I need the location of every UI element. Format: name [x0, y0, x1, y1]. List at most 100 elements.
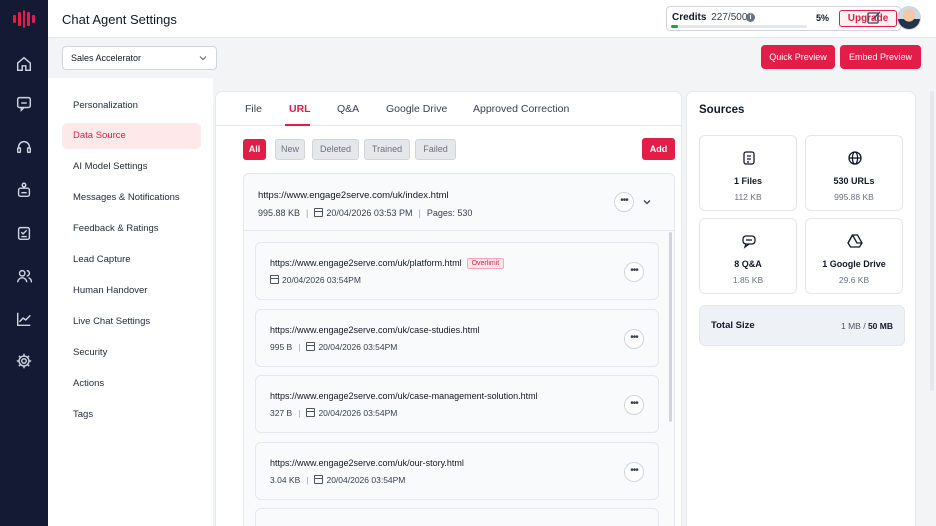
source-card-size: 29.6 KB	[838, 275, 870, 285]
info-icon[interactable]: i	[746, 13, 755, 22]
edit-icon[interactable]	[866, 10, 882, 26]
app-logo[interactable]	[13, 9, 35, 29]
agent-select[interactable]: Sales Accelerator	[62, 46, 217, 70]
filter-deleted[interactable]: Deleted	[312, 139, 359, 160]
source-card-google-drive: 1 Google Drive 29.6 KB	[805, 218, 903, 294]
sources-title: Sources	[699, 104, 745, 116]
globe-icon	[848, 151, 862, 165]
agent-select-value: Sales Accelerator	[71, 53, 142, 63]
url-item[interactable]: https://www.engage2serve.com/uk/case-man…	[255, 375, 659, 433]
clipboard-icon[interactable]	[14, 223, 34, 243]
url-item-url: https://www.engage2serve.com/uk/our-stor…	[270, 458, 464, 468]
more-options-icon[interactable]: •••	[624, 262, 644, 282]
filter-trained[interactable]: Trained	[364, 139, 410, 160]
tab-file[interactable]: File	[245, 103, 262, 115]
url-group: https://www.engage2serve.com/uk/index.ht…	[243, 173, 675, 526]
total-size-label: Total Size	[711, 320, 755, 331]
calendar-icon	[314, 475, 324, 484]
source-card-label: 530 URLs	[833, 176, 875, 186]
url-item-date: 20/04/2026 03:54PM	[326, 475, 406, 485]
group-meta: 995.88 KB | 20/04/2026 03:53 PM | Pages: 530	[258, 208, 473, 218]
home-icon[interactable]	[14, 54, 34, 74]
chevron-down-icon	[199, 56, 207, 61]
url-list-scrollbar[interactable]	[669, 232, 672, 422]
source-card-label: 8 Q&A	[734, 259, 762, 269]
tab-google-drive[interactable]: Google Drive	[386, 103, 447, 115]
bot-icon[interactable]	[14, 180, 34, 200]
url-item-url: https://www.engage2serve.com/uk/case-stu…	[270, 325, 480, 335]
app-rail	[0, 0, 48, 526]
overlimit-badge: Overlimit	[466, 258, 505, 269]
avatar[interactable]	[897, 6, 921, 30]
url-item-date: 20/04/2026 03:54PM	[318, 342, 398, 352]
qa-icon	[742, 235, 756, 249]
url-item[interactable]: https://www.engage2serve.com/uk/our-stor…	[255, 442, 659, 500]
quick-preview-button[interactable]: Quick Preview	[761, 45, 835, 69]
page-scrollbar[interactable]	[930, 91, 934, 391]
menu-item-messages-notifications[interactable]: Messages & Notifications	[62, 185, 201, 211]
calendar-icon	[306, 408, 316, 417]
tab-qa[interactable]: Q&A	[337, 103, 359, 115]
group-size: 995.88 KB	[258, 208, 301, 218]
url-item[interactable]	[255, 508, 659, 526]
more-options-icon[interactable]: •••	[624, 462, 644, 482]
url-item-meta: 327 B | 20/04/2026 03:54PM	[270, 408, 398, 418]
chevron-down-icon[interactable]	[642, 197, 652, 207]
tab-approved-correction[interactable]: Approved Correction	[473, 103, 569, 115]
chat-icon[interactable]	[14, 93, 34, 113]
menu-item-data-source[interactable]: Data Source	[62, 123, 201, 149]
total-used: 1 MB	[841, 321, 861, 331]
tab-url[interactable]: URL	[289, 103, 311, 115]
url-item-size: 3.04 KB	[270, 475, 301, 485]
source-card-size: 1.85 KB	[732, 275, 764, 285]
more-options-icon[interactable]: •••	[624, 395, 644, 415]
url-item-meta: 20/04/2026 03:54PM	[270, 275, 361, 285]
group-date: 20/04/2026 03:53 PM	[326, 208, 413, 218]
source-card-label: 1 Files	[733, 176, 762, 186]
url-item[interactable]: https://www.engage2serve.com/uk/platform…	[255, 242, 659, 300]
menu-item-lead-capture[interactable]: Lead Capture	[62, 247, 201, 273]
url-item-url: https://www.engage2serve.com/uk/platform…	[270, 258, 462, 268]
menu-item-human-handover[interactable]: Human Handover	[62, 278, 201, 304]
more-options-icon[interactable]: •••	[624, 329, 644, 349]
url-item-date: 20/04/2026 03:54PM	[282, 275, 361, 285]
calendar-icon	[314, 208, 324, 217]
source-card-qa: 8 Q&A 1.85 KB	[699, 218, 797, 294]
total-size-value: 1 MB / 50 MB	[841, 321, 893, 331]
total-max: 50 MB	[867, 321, 893, 331]
chart-icon[interactable]	[14, 309, 34, 329]
url-item[interactable]: https://www.engage2serve.com/uk/case-stu…	[255, 309, 659, 367]
url-group-header[interactable]: https://www.engage2serve.com/uk/index.ht…	[244, 174, 674, 231]
menu-item-feedback-ratings[interactable]: Feedback & Ratings	[62, 216, 201, 242]
google-drive-icon	[847, 234, 863, 248]
source-card-label: 1 Google Drive	[822, 259, 886, 269]
filter-failed[interactable]: Failed	[415, 139, 456, 160]
menu-item-tags[interactable]: Tags	[62, 402, 201, 428]
data-source-panel: File URL Q&A Google Drive Approved Corre…	[215, 91, 682, 526]
users-icon[interactable]	[14, 266, 34, 286]
embed-preview-button[interactable]: Embed Preview	[840, 45, 921, 69]
group-pages: Pages: 530	[426, 208, 473, 218]
menu-item-live-chat-settings[interactable]: Live Chat Settings	[62, 309, 201, 335]
active-tab-indicator	[285, 124, 310, 126]
url-item-link: https://www.engage2serve.com/uk/platform…	[270, 258, 505, 269]
menu-item-personalization[interactable]: Personalization	[62, 93, 201, 119]
url-item-size: 327 B	[270, 408, 293, 418]
menu-item-security[interactable]: Security	[62, 340, 201, 366]
menu-item-actions[interactable]: Actions	[62, 371, 201, 397]
settings-menu: Personalization Data Source AI Model Set…	[48, 78, 213, 526]
source-card-urls: 530 URLs 995.88 KB	[805, 135, 903, 211]
filter-new[interactable]: New	[275, 139, 305, 160]
top-header: Chat Agent Settings Credits 227/5000 i 5…	[48, 0, 936, 38]
credits-percent: 5%	[816, 13, 830, 23]
source-card-files: 1 Files 112 KB	[699, 135, 797, 211]
filter-all[interactable]: All	[243, 139, 266, 160]
more-options-icon[interactable]: •••	[614, 192, 634, 212]
calendar-icon	[306, 342, 316, 351]
url-item-url: https://www.engage2serve.com/uk/case-man…	[270, 391, 538, 401]
settings-icon[interactable]	[14, 351, 34, 371]
total-size: Total Size 1 MB / 50 MB	[699, 305, 905, 346]
headset-icon[interactable]	[14, 137, 34, 157]
menu-item-ai-model-settings[interactable]: AI Model Settings	[62, 154, 201, 180]
add-url-button[interactable]: Add	[642, 138, 675, 160]
